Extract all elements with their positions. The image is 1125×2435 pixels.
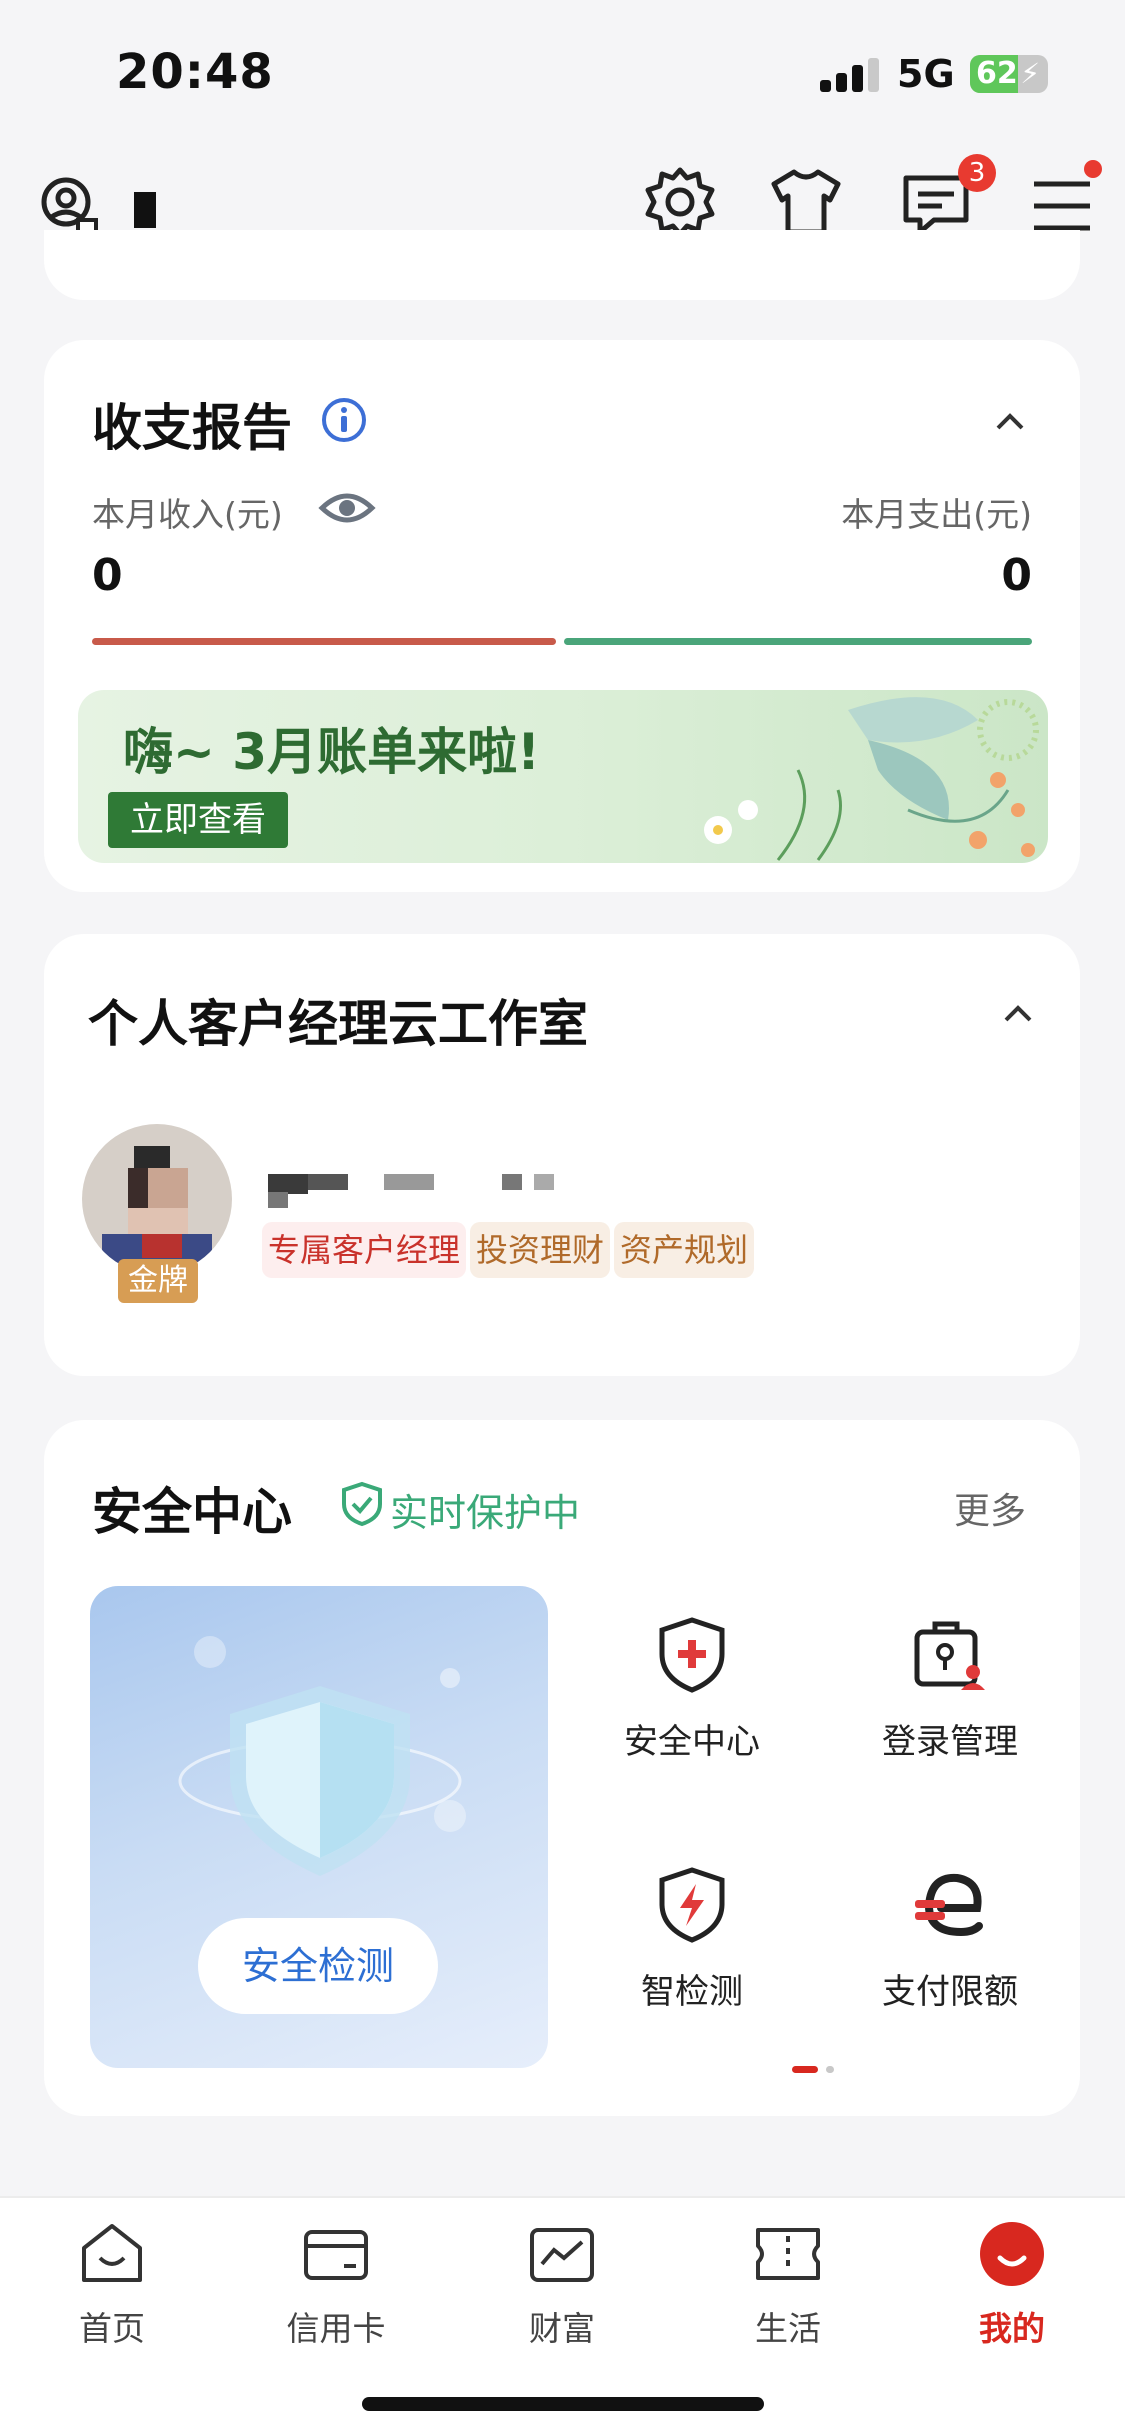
tab-mine-label: 我的 (979, 2309, 1045, 2348)
menu-notification-dot (1084, 160, 1102, 178)
cellular-signal-icon (820, 58, 880, 92)
message-count-badge: 3 (958, 154, 996, 192)
decorative-flowers-illustration (704, 697, 1039, 861)
home-indicator (362, 2397, 764, 2411)
ticket-icon (756, 2228, 820, 2280)
income-bar (92, 638, 556, 645)
tab-life-label: 生活 (755, 2309, 821, 2348)
previous-card-edge (44, 230, 1080, 300)
shield-bolt-icon (659, 1867, 725, 1943)
lock-user-icon (914, 1621, 985, 1690)
payment-limit-icon (915, 1873, 983, 1937)
battery-percent: 62 (976, 56, 1018, 91)
security-center-label: 安全中心 (624, 1722, 760, 1762)
expense-bar (564, 638, 1032, 645)
tag-investment: 投资理财 (470, 1222, 611, 1278)
view-now-button[interactable]: 立即查看 (108, 792, 288, 848)
wealth-chart-icon (530, 2228, 594, 2282)
status-time: 20:48 (116, 44, 274, 100)
more-link[interactable]: 更多 (954, 1482, 1026, 1534)
tag-exclusive-manager: 专属客户经理 (262, 1222, 467, 1278)
network-type: 5G (897, 52, 955, 96)
collapse-chevron-up-icon[interactable] (990, 402, 1030, 442)
status-bar: 20:48 5G 62 ⚡ (0, 0, 1125, 140)
tab-credit-card-label: 信用卡 (286, 2309, 386, 2348)
security-check-button[interactable]: 安全检测 (198, 1918, 438, 2014)
smart-detection-item[interactable]: 智检测 (592, 1866, 792, 2013)
tab-credit-card[interactable]: 信用卡 (256, 2218, 416, 2350)
manager-studio-title: 个人客户经理云工作室 (88, 995, 588, 1053)
tab-wealth[interactable]: 财富 (482, 2218, 642, 2350)
user-name-masked (134, 192, 156, 228)
expense-value: 0 (1001, 550, 1032, 601)
security-center-card: 安全中心 实时保护中 更多 安全检测 安全中心 登录管理 智检测 支付限额 (44, 1420, 1080, 2116)
gold-medal-badge: 金牌 (118, 1259, 198, 1303)
home-icon (82, 2224, 142, 2282)
info-icon[interactable] (320, 396, 368, 444)
monthly-bill-banner[interactable]: 嗨~ 3月账单来啦! 立即查看 (78, 690, 1048, 863)
smart-detection-label: 智检测 (641, 1972, 743, 2012)
tab-wealth-label: 财富 (529, 2309, 595, 2348)
pager-dot (826, 2066, 834, 2073)
toggle-visibility-eye-icon[interactable] (318, 486, 376, 530)
tab-life[interactable]: 生活 (708, 2218, 868, 2350)
tab-mine[interactable]: 我的 (932, 2218, 1092, 2350)
payment-limit-item[interactable]: 支付限额 (850, 1866, 1050, 2013)
shield-check-icon (342, 1481, 382, 1527)
tab-home[interactable]: 首页 (32, 2218, 192, 2350)
protection-status: 实时保护中 (390, 1491, 581, 1535)
expense-label: 本月支出(元) (841, 495, 1032, 534)
personal-manager-studio-card: 个人客户经理云工作室 金牌 专属客户经理 投资理财 资产规划 (44, 934, 1080, 1376)
shield-plus-icon (659, 1617, 725, 1693)
security-title: 安全中心 (92, 1483, 292, 1541)
collapse-chevron-up-icon[interactable] (998, 994, 1038, 1034)
payment-limit-label: 支付限额 (882, 1972, 1018, 2012)
login-management-label: 登录管理 (882, 1722, 1018, 1762)
pager-dot-active (792, 2066, 818, 2073)
security-check-panel[interactable]: 安全检测 (90, 1586, 548, 2068)
income-value: 0 (92, 550, 123, 601)
credit-card-icon (304, 2230, 368, 2280)
battery-icon: 62 ⚡ (970, 55, 1048, 93)
profile-icon (980, 2222, 1044, 2286)
manager-avatar[interactable] (82, 1124, 232, 1274)
tab-home-label: 首页 (79, 2309, 145, 2348)
tag-asset-planning: 资产规划 (614, 1222, 755, 1278)
banner-title: 嗨~ 3月账单来啦! (123, 723, 540, 781)
income-expense-report-card: 收支报告 本月收入(元) 本月支出(元) 0 0 嗨~ 3月账单来啦! 立即查看 (44, 340, 1080, 892)
security-shield-illustration (178, 1636, 466, 1876)
income-label: 本月收入(元) (92, 495, 283, 534)
security-center-item[interactable]: 安全中心 (592, 1616, 792, 1763)
report-title: 收支报告 (92, 399, 292, 457)
login-management-item[interactable]: 登录管理 (850, 1616, 1050, 1763)
